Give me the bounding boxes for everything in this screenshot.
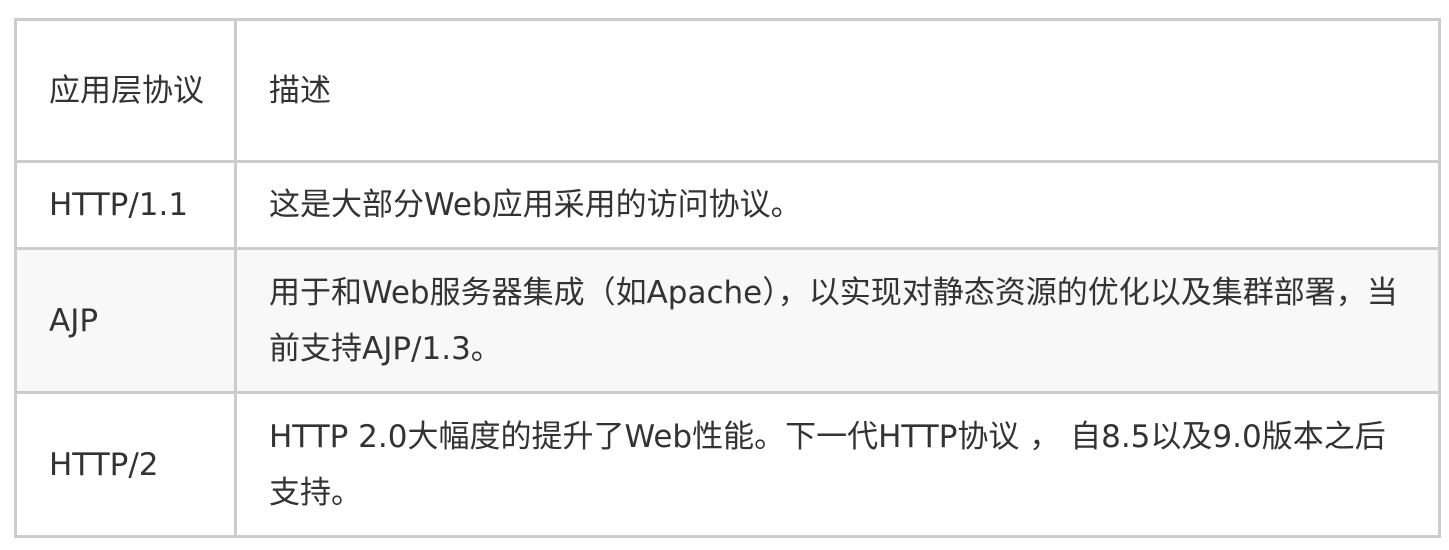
table-row: HTTP/2 HTTP 2.0大幅度的提升了Web性能。下一代HTTP协议 ， …: [14, 391, 1441, 538]
description-cell: 用于和Web服务器集成（如Apache），以实现对静态资源的优化以及集群部署，当…: [234, 247, 1441, 394]
header-description: 描述: [234, 18, 1441, 163]
description-cell: 这是大部分Web应用采用的访问协议。: [234, 160, 1441, 250]
protocol-cell: HTTP/1.1: [14, 160, 237, 250]
protocol-cell: AJP: [14, 247, 237, 394]
table-row: HTTP/1.1 这是大部分Web应用采用的访问协议。: [14, 160, 1441, 250]
protocol-cell: HTTP/2: [14, 391, 237, 538]
protocol-table: 应用层协议 描述 HTTP/1.1 这是大部分Web应用采用的访问协议。 AJP…: [14, 18, 1441, 538]
table-header-row: 应用层协议 描述: [14, 18, 1441, 163]
table-row: AJP 用于和Web服务器集成（如Apache），以实现对静态资源的优化以及集群…: [14, 247, 1441, 394]
description-cell: HTTP 2.0大幅度的提升了Web性能。下一代HTTP协议 ， 自8.5以及9…: [234, 391, 1441, 538]
header-protocol: 应用层协议: [14, 18, 237, 163]
